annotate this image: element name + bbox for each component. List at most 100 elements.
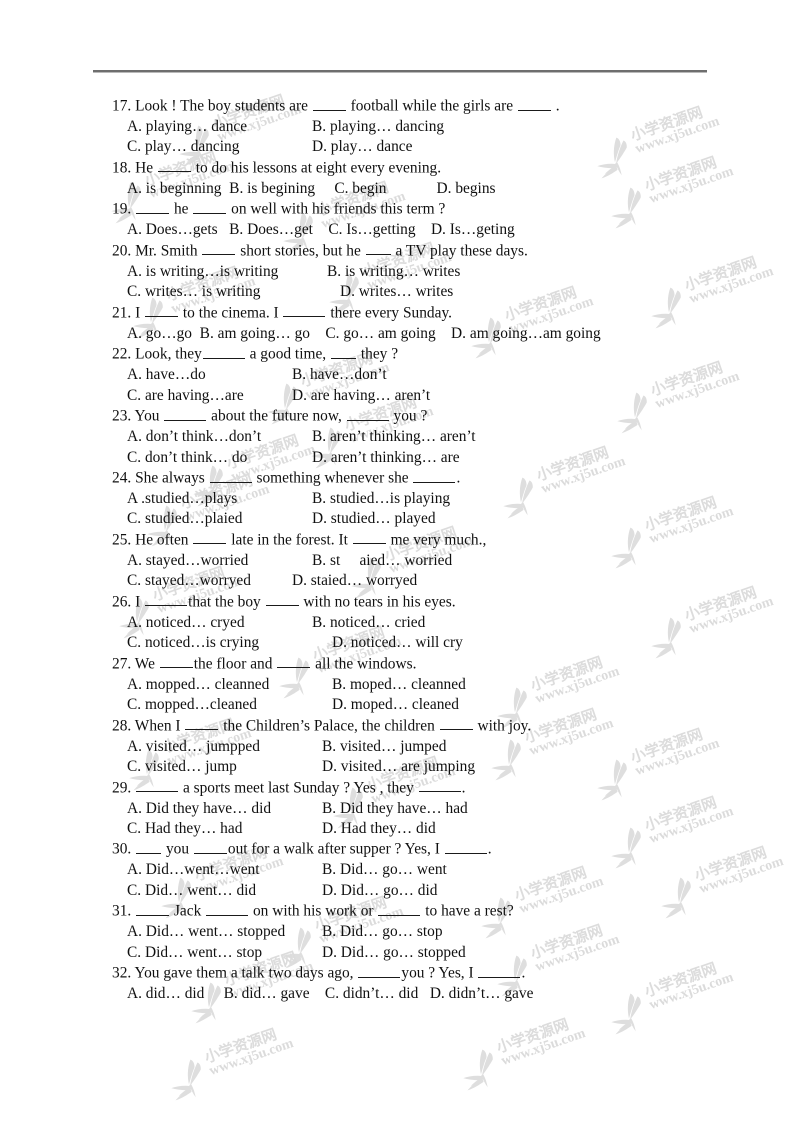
answer-blank[interactable] bbox=[358, 963, 401, 978]
option-choice[interactable]: A. stayed…worried bbox=[127, 551, 312, 571]
option-choice[interactable]: C. don’t think… do bbox=[127, 448, 312, 468]
option-line: A. Did…went…went B. Did… go… went bbox=[0, 860, 800, 880]
option-choice[interactable]: B. studied…is playing bbox=[312, 489, 450, 509]
option-choice[interactable]: C. studied…plaied bbox=[127, 509, 312, 529]
answer-blank[interactable] bbox=[413, 468, 456, 483]
option-choice[interactable]: B. is writing… writes bbox=[327, 262, 460, 282]
answer-blank[interactable] bbox=[136, 199, 170, 214]
option-choice[interactable]: A. Did…went…went bbox=[127, 860, 322, 880]
option-choice[interactable]: B. moped… cleanned bbox=[332, 675, 466, 695]
option-choice[interactable]: D. are having… aren’t bbox=[292, 386, 430, 406]
option-choice[interactable]: D. Did… go… stopped bbox=[322, 943, 466, 963]
answer-blank[interactable] bbox=[164, 406, 207, 421]
question-stem: 28. When I the Children’s Palace, the ch… bbox=[112, 716, 532, 735]
option-choice[interactable]: C. Had they… had bbox=[127, 819, 322, 839]
option-choice[interactable]: A. did… did B. did… gave C. didn’t… did … bbox=[127, 985, 533, 1002]
option-choice[interactable]: D. Had they… did bbox=[322, 819, 436, 839]
question-block: 18. He to do his lessons at eight every … bbox=[0, 158, 800, 199]
option-choice[interactable]: A. visited… jumpped bbox=[127, 737, 322, 757]
option-choice[interactable]: C. visited… jump bbox=[127, 757, 322, 777]
question-stem: 31. Jack on with his work or to have a r… bbox=[112, 901, 514, 920]
option-choice[interactable]: D. aren’t thinking… are bbox=[312, 448, 460, 468]
option-choice[interactable]: A. go…go B. am going… go C. go… am going… bbox=[127, 325, 601, 342]
answer-blank[interactable] bbox=[159, 654, 193, 669]
option-choice[interactable]: B. aren’t thinking… aren’t bbox=[312, 427, 476, 447]
option-line: C. Did… went… did D. Did… go… did bbox=[0, 881, 800, 901]
option-choice[interactable]: A. have…do bbox=[127, 365, 292, 385]
answer-blank[interactable] bbox=[145, 303, 179, 318]
option-line: A. visited… jumpped B. visited… jumped bbox=[0, 737, 800, 757]
option-choice[interactable]: C. Did… went… did bbox=[127, 881, 322, 901]
option-choice[interactable]: D. moped… cleaned bbox=[332, 695, 459, 715]
option-choice[interactable]: D. studied… played bbox=[312, 509, 436, 529]
option-choice[interactable]: D. writes… writes bbox=[340, 282, 453, 302]
option-choice[interactable]: D. visited… are jumping bbox=[322, 757, 475, 777]
option-choice[interactable]: C. play… dancing bbox=[127, 137, 312, 157]
answer-blank[interactable] bbox=[439, 716, 473, 731]
option-choice[interactable]: C. noticed…is crying bbox=[127, 633, 332, 653]
option-line: A. have…do B. have…don’t bbox=[0, 365, 800, 385]
answer-blank[interactable] bbox=[352, 530, 386, 545]
option-choice[interactable]: B. Did… go… went bbox=[322, 860, 447, 880]
answer-blank[interactable] bbox=[265, 592, 299, 607]
answer-blank[interactable] bbox=[193, 199, 227, 214]
option-choice[interactable]: B. visited… jumped bbox=[322, 737, 446, 757]
option-choice[interactable]: A. is writing…is writing bbox=[127, 262, 327, 282]
answer-blank[interactable] bbox=[157, 158, 191, 173]
option-choice[interactable]: A .studied…plays bbox=[127, 489, 312, 509]
option-choice[interactable]: D. play… dance bbox=[312, 137, 412, 157]
option-choice[interactable]: B. st aied… worried bbox=[312, 551, 452, 571]
option-line: A. Did… went… stopped B. Did… go… stop bbox=[0, 922, 800, 942]
worksheet-body: 17. Look ! The boy students are football… bbox=[0, 96, 800, 1005]
answer-blank[interactable] bbox=[193, 839, 227, 854]
answer-blank[interactable] bbox=[331, 344, 356, 359]
answer-blank[interactable] bbox=[145, 592, 188, 607]
option-choice[interactable]: A. mopped… cleanned bbox=[127, 675, 332, 695]
question-block: 26. I that the boy with no tears in his … bbox=[0, 592, 800, 654]
answer-blank[interactable] bbox=[365, 241, 391, 256]
option-choice[interactable]: B. Did… go… stop bbox=[322, 922, 443, 942]
option-choice[interactable]: B. Did they have… had bbox=[322, 799, 468, 819]
answer-blank[interactable] bbox=[202, 344, 245, 359]
answer-blank[interactable] bbox=[346, 406, 389, 421]
answer-blank[interactable] bbox=[444, 839, 487, 854]
answer-blank[interactable] bbox=[136, 901, 170, 916]
answer-blank[interactable] bbox=[478, 963, 521, 978]
option-choice[interactable]: C. stayed…worryed bbox=[127, 571, 292, 591]
option-choice[interactable]: D. Did… go… did bbox=[322, 881, 437, 901]
option-choice[interactable]: A. Did they have… did bbox=[127, 799, 322, 819]
option-choice[interactable]: B. playing… dancing bbox=[312, 117, 444, 137]
option-choice[interactable]: C. writes… is writing bbox=[127, 282, 340, 302]
answer-blank[interactable] bbox=[283, 303, 326, 318]
answer-blank[interactable] bbox=[185, 716, 219, 731]
option-choice[interactable]: B. have…don’t bbox=[292, 365, 387, 385]
option-choice[interactable]: A. Did… went… stopped bbox=[127, 922, 322, 942]
option-choice[interactable]: C. mopped…cleaned bbox=[127, 695, 332, 715]
option-choice[interactable]: B. noticed… cried bbox=[312, 613, 425, 633]
option-choice[interactable]: C. are having…are bbox=[127, 386, 292, 406]
option-choice[interactable]: D. noticed… will cry bbox=[332, 633, 463, 653]
option-line: A. Did they have… did B. Did they have… h… bbox=[0, 799, 800, 819]
option-line: C. stayed…worryed D. staied… worryed bbox=[0, 571, 800, 591]
option-choice[interactable]: A. is beginning B. is begining C. begin … bbox=[127, 180, 496, 197]
answer-blank[interactable] bbox=[517, 96, 551, 111]
answer-blank[interactable] bbox=[209, 468, 252, 483]
answer-blank[interactable] bbox=[378, 901, 421, 916]
option-choice[interactable]: C. Did… went… stop bbox=[127, 943, 322, 963]
option-choice[interactable]: A. playing… dance bbox=[127, 117, 312, 137]
option-choice[interactable]: A. Does…gets B. Does…get C. Is…getting D… bbox=[127, 221, 515, 238]
option-choice[interactable]: A. don’t think…don’t bbox=[127, 427, 312, 447]
option-choice[interactable]: A. noticed… cryed bbox=[127, 613, 312, 633]
answer-blank[interactable] bbox=[136, 839, 162, 854]
answer-blank[interactable] bbox=[312, 96, 346, 111]
question-block: 30. you out for a walk after supper ? Ye… bbox=[0, 839, 800, 901]
answer-blank[interactable] bbox=[136, 778, 179, 793]
answer-blank[interactable] bbox=[206, 901, 249, 916]
answer-blank[interactable] bbox=[202, 241, 236, 256]
answer-blank[interactable] bbox=[418, 778, 461, 793]
option-choice[interactable]: D. staied… worryed bbox=[292, 571, 417, 591]
question-block: 31. Jack on with his work or to have a r… bbox=[0, 901, 800, 963]
question-stem: 18. He to do his lessons at eight every … bbox=[112, 158, 442, 177]
answer-blank[interactable] bbox=[277, 654, 311, 669]
answer-blank[interactable] bbox=[193, 530, 227, 545]
